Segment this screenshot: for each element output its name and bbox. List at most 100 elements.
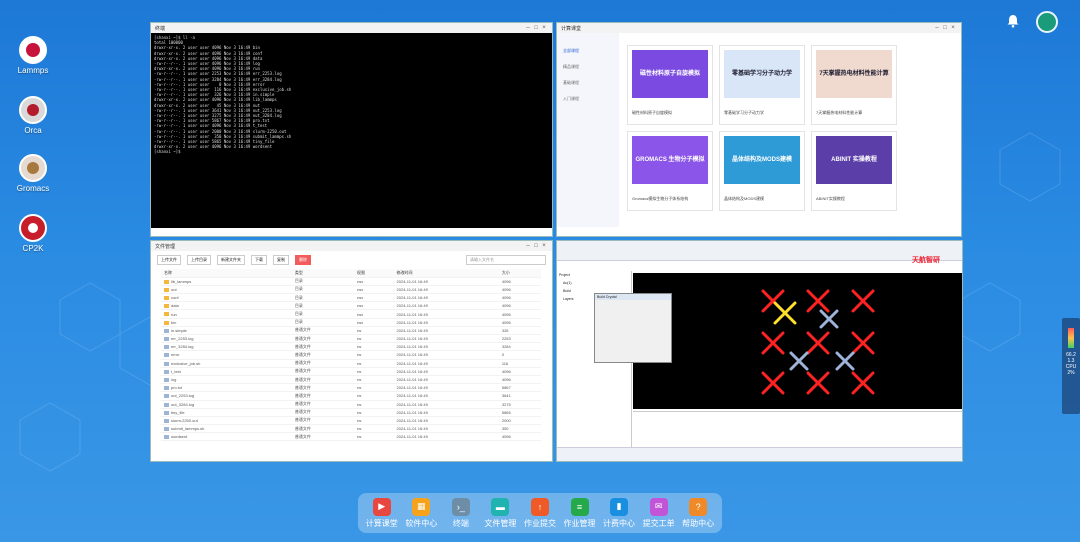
table-row[interactable]: err_2253.log 普通文件 rw 2024-11-01 16:49 2253 [161,334,541,344]
course-card[interactable]: 晶体结构及MODS建模 晶体结构及MODS建模 [719,131,805,211]
gromacs-icon [19,154,47,182]
ms-toolbar[interactable] [557,241,962,261]
courses-titlebar[interactable]: 计算课堂 – □ × [557,23,961,33]
tree-item[interactable]: Project [557,271,631,279]
filemanager-window[interactable]: 文件管理 – □ × 上传文件 上传目录 新建文件夹 下载 复制 删除 请输入文… [150,240,553,462]
table-row[interactable]: bin 目录 rwx 2024-11-01 16:49 4096 [161,318,541,327]
course-category[interactable]: 精品课程 [557,59,619,75]
desktop-icon-gromacs[interactable]: Gromacs [14,154,52,193]
table-row[interactable]: submit_lammps.sh 普通文件 rw 2024-11-01 16:49 35… [161,424,541,434]
desktop-icon-orca[interactable]: Orca [14,96,52,135]
file-cell: 3275 [498,400,541,409]
search-input[interactable]: 请输入文件名 [466,255,546,265]
course-caption: Gromacs模拟生物分子体系结构 [632,196,689,201]
col-size[interactable]: 大小 [498,269,541,278]
course-category[interactable]: 入门课程 [557,91,619,107]
file-cell: 普通文件 [291,383,354,393]
close-icon[interactable]: × [949,25,957,31]
course-category[interactable]: 基础课程 [557,75,619,91]
dock-item[interactable]: ▬ 文件管理 [481,497,519,529]
ms-job-table[interactable] [633,411,962,449]
file-name: in.simple [171,327,187,333]
filemanager-titlebar[interactable]: 文件管理 – □ × [151,241,552,251]
materials-studio-window[interactable]: Project Au(1) Build Layers 天航智研 Build Cr… [556,240,963,462]
minimize-icon[interactable]: – [933,25,941,31]
dock-item[interactable]: ? 帮助中心 [679,497,717,529]
table-row[interactable]: pro.txt 普通文件 rw 2024-11-01 16:49 5867 [161,383,541,393]
table-row[interactable]: wordsent 普通文件 rw 2024-11-01 16:49 4096 [161,432,541,442]
course-card[interactable]: GROMACS 生物分子模拟 Gromacs模拟生物分子体系结构 [627,131,713,211]
table-row[interactable]: t_test 普通文件 rw 2024-11-01 16:49 4096 [161,367,541,376]
table-row[interactable]: data 目录 rwx 2024-11-01 16:49 4096 [161,301,541,311]
table-row[interactable]: out_2253.log 普通文件 rw 2024-11-01 16:49 3641 [161,391,541,401]
table-row[interactable]: slurm-2250.out 普通文件 rw 2024-11-01 16:49 2000 [161,416,541,426]
table-row[interactable]: in.simple 普通文件 rw 2024-11-01 16:49 326 [161,326,541,336]
course-card[interactable]: 磁性材料原子自旋模拟 磁性材料原子自旋模拟 [627,45,713,125]
desktop-icon-lammps[interactable]: Lammps [14,36,52,75]
course-card[interactable]: ABINIT 实操教程 ABINIT实操教程 [811,131,897,211]
cpu-value: 2% [1067,370,1075,376]
minimize-icon[interactable]: – [524,243,532,249]
file-name: out_3284.log [171,401,195,407]
table-row[interactable]: exclusive_job.sh 普通文件 rw 2024-11-01 16:49 11… [161,359,541,368]
col-perm[interactable]: 权限 [354,269,394,278]
table-row[interactable]: out_3284.log 普通文件 rw 2024-11-01 16:49 3275 [161,400,541,409]
minimize-icon[interactable]: – [524,25,532,31]
file-cell: 2024-11-01 16:49 [393,342,499,352]
dock-item[interactable]: ✉ 提交工单 [640,497,678,529]
crystal-structure-canvas[interactable] [633,273,963,409]
table-row[interactable]: run 目录 rwx 2024-11-01 16:49 4096 [161,309,541,319]
build-crystal-dialog[interactable]: Build Crystal [594,293,672,363]
file-cell: 普通文件 [291,391,354,401]
col-name[interactable]: 名称 [161,269,292,278]
course-card[interactable]: 7天掌握热电材料性能计算 7天掌握热电材料性能计算 [811,45,897,125]
bell-icon[interactable] [1006,14,1020,28]
terminal-window[interactable]: 终端 – □ × [shanxi ~]$ ll -a total 100000 dr… [150,22,553,237]
course-card[interactable]: 零基础学习分子动力学 零基础学习分子动力学 [719,45,805,125]
download-button[interactable]: 下载 [251,255,267,265]
col-mtime[interactable]: 修改时间 [393,269,499,278]
file-table: 名称 类型 权限 修改时间 大小 lib_lammps 目录 rwx 2024-11-… [161,269,541,442]
dock-item[interactable]: ›_ 终端 [442,497,480,529]
dock-item[interactable]: ▮ 计费中心 [600,497,638,529]
upload-dir-button[interactable]: 上传目录 [187,255,211,265]
terminal-titlebar[interactable]: 终端 – □ × [151,23,552,33]
dock-item[interactable]: ≡ 作业管理 [561,497,599,529]
course-caption: 磁性材料原子自旋模拟 [632,110,672,115]
file-name: exclusive_job.sh [171,360,201,366]
table-row[interactable]: error 普通文件 rw 2024-11-01 16:49 0 [161,350,541,360]
table-row[interactable]: err_3284.log 普通文件 rw 2024-11-01 16:49 3284 [161,342,541,352]
table-row[interactable]: tiny_file 普通文件 rw 2024-11-01 16:49 5865 [161,408,541,417]
maximize-icon[interactable]: □ [532,25,540,31]
table-row[interactable]: lib_lammps 目录 rwx 2024-11-01 16:49 4096 [161,277,541,286]
dock-item[interactable]: ↑ 作业提交 [521,497,559,529]
course-category[interactable]: 全部课程 [557,43,619,59]
table-row[interactable]: log 普通文件 rw 2024-11-01 16:49 4096 [161,375,541,385]
dock-app-icon: ▮ [610,497,629,516]
avatar[interactable] [1036,11,1058,33]
delete-button[interactable]: 删除 [295,255,311,265]
terminal-output[interactable]: [shanxi ~]$ ll -a total 100000 drwxr-xr-x.… [151,33,552,228]
new-folder-button[interactable]: 新建文件夹 [217,255,245,265]
maximize-icon[interactable]: □ [532,243,540,249]
table-row[interactable]: out 目录 rwx 2024-11-01 16:49 4096 [161,285,541,295]
maximize-icon[interactable]: □ [941,25,949,31]
desktop-icon-cp2k[interactable]: CP2K [14,214,52,253]
dock-item[interactable]: ▦ 软件中心 [402,497,440,529]
table-row[interactable]: conf 目录 rwx 2024-11-01 16:49 4096 [161,293,541,303]
window-title: 终端 [155,25,166,32]
close-icon[interactable]: × [540,25,548,31]
tree-item[interactable]: Au(1) [557,279,631,287]
close-icon[interactable]: × [540,243,548,249]
file-cell: 普通文件 [291,424,354,434]
file-cell: 2024-11-01 16:49 [393,432,499,442]
copy-button[interactable]: 复制 [273,255,289,265]
desktop-icon-label: Gromacs [16,184,50,193]
upload-file-button[interactable]: 上传文件 [157,255,181,265]
file-name-cell: slurm-2250.out [161,416,292,426]
col-type[interactable]: 类型 [291,269,354,278]
windows-taskbar[interactable] [557,447,962,461]
dock-item[interactable]: ▶ 计算课堂 [363,497,401,529]
courses-window[interactable]: 计算课堂 – □ × 全部课程 精品课程 基础课程 入门课程 磁性材料原子自旋模… [556,22,962,237]
course-caption: 7天掌握热电材料性能计算 [816,110,863,115]
